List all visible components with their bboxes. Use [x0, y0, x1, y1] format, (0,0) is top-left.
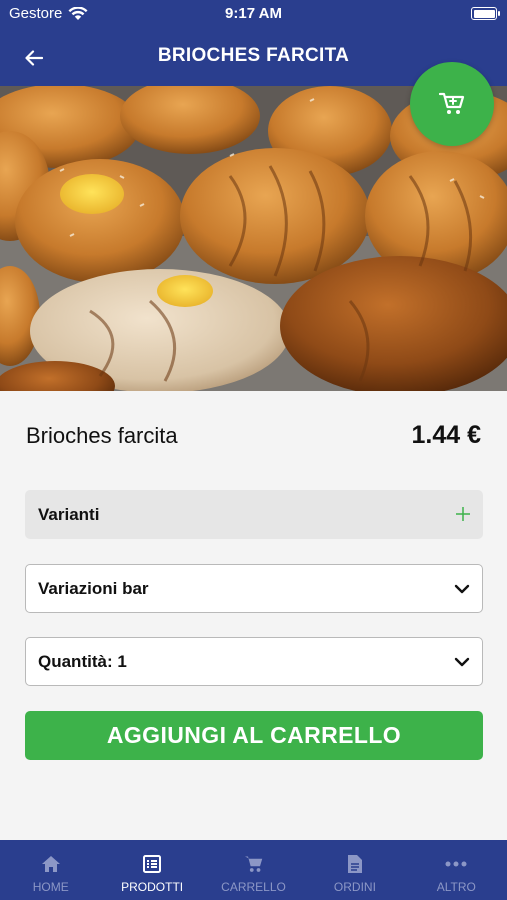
product-detail: Brioches farcita 1.44 € Varianti Variazi…: [0, 391, 507, 840]
tab-altro-label: ALTRO: [436, 880, 476, 894]
tab-prodotti[interactable]: PRODOTTI: [101, 840, 202, 900]
product-name: Brioches farcita: [26, 422, 178, 448]
tab-home[interactable]: HOME: [0, 840, 101, 900]
variants-label: Varianti: [38, 504, 100, 524]
cart-icon: [439, 92, 465, 114]
tab-prodotti-label: PRODOTTI: [121, 880, 184, 894]
status-bar: Gestore 9:17 AM: [0, 0, 507, 28]
chevron-down-icon: [454, 584, 470, 593]
cart-icon: [244, 853, 264, 875]
add-to-cart-button[interactable]: AGGIUNGI AL CARRELLO: [25, 711, 483, 760]
chevron-down-icon: [454, 657, 470, 666]
tab-bar: HOME PRODOTTI CARRELLO ORDINI ALTRO: [0, 840, 507, 900]
battery-icon: [471, 7, 500, 20]
cart-fab-button[interactable]: [410, 62, 494, 146]
tab-carrello[interactable]: CARRELLO: [203, 840, 304, 900]
variants-accordion[interactable]: Varianti: [25, 490, 483, 539]
tab-altro[interactable]: ALTRO: [406, 840, 507, 900]
clock: 9:17 AM: [225, 5, 282, 22]
bar-variations-label: Variazioni bar: [38, 578, 149, 598]
tab-ordini-label: ORDINI: [333, 880, 376, 894]
product-header: Brioches farcita 1.44 €: [26, 421, 481, 450]
document-icon: [347, 853, 363, 875]
list-icon: [143, 853, 162, 875]
bar-variations-select[interactable]: Variazioni bar: [25, 564, 483, 613]
quantity-label: Quantità: 1: [38, 651, 127, 671]
page-title: BRIOCHES FARCITA: [157, 45, 350, 66]
tab-ordini[interactable]: ORDINI: [304, 840, 405, 900]
quantity-select[interactable]: Quantità: 1: [25, 637, 483, 686]
more-icon: [445, 853, 467, 875]
tab-home-label: HOME: [32, 880, 69, 894]
plus-icon: [455, 503, 471, 527]
product-price: 1.44 €: [411, 421, 481, 449]
tab-carrello-label: CARRELLO: [221, 880, 286, 894]
home-icon: [41, 853, 61, 875]
